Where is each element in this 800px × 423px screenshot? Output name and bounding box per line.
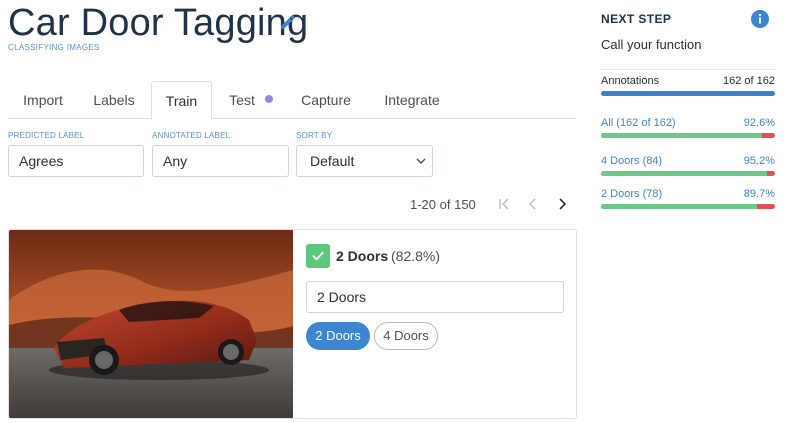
- prediction-confidence: (82.8%): [391, 248, 441, 264]
- stat-4-doors-bar: [601, 171, 775, 176]
- predicted-label-field[interactable]: Agrees: [8, 145, 144, 177]
- tab-train[interactable]: Train: [151, 81, 212, 120]
- tab-test[interactable]: Test: [214, 81, 288, 119]
- label-option-4-doors[interactable]: 4 Doors: [374, 322, 438, 350]
- divider: [601, 69, 775, 70]
- annotated-label-caption: ANNOTATED LABEL: [152, 131, 231, 140]
- page-title: Car Door Tagging: [8, 2, 309, 44]
- notification-dot-icon: [264, 95, 273, 104]
- label-option-2-doors[interactable]: 2 Doors: [306, 322, 370, 350]
- predicted-class-label: 2 Doors: [336, 248, 389, 264]
- stat-annotations-label: Annotations: [601, 75, 660, 87]
- tab-test-label: Test: [229, 92, 255, 108]
- stat-all-label[interactable]: All (162 of 162): [601, 117, 676, 129]
- stat-4-doors-value: 95.2%: [743, 155, 775, 167]
- next-page-icon[interactable]: [554, 196, 570, 212]
- stat-annotations-bar-fill: [601, 91, 775, 96]
- chevron-down-icon: [416, 158, 426, 164]
- next-step-heading: NEXT STEP: [601, 12, 672, 26]
- stat-all-bar-fill: [601, 133, 763, 138]
- sort-by-value: Default: [310, 153, 355, 169]
- tab-bar: Import Labels Train Test Capture Integra…: [8, 81, 576, 120]
- check-icon: [312, 251, 324, 261]
- tab-labels[interactable]: Labels: [80, 81, 148, 119]
- first-page-icon[interactable]: [496, 196, 512, 212]
- stat-4-doors-bar-fill: [601, 171, 767, 176]
- sort-by-select[interactable]: Default: [296, 145, 433, 177]
- predicted-label-caption: PREDICTED LABEL: [8, 131, 85, 140]
- prediction-correct-badge: [306, 244, 330, 268]
- image-card: 2 Doors (82.8%) 2 Doors 2 Doors 4 Doors: [8, 229, 577, 419]
- info-icon[interactable]: [751, 10, 769, 28]
- sort-by-caption: SORT BY: [296, 131, 333, 140]
- stat-annotations-value: 162 of 162: [723, 75, 775, 87]
- stat-2-doors-value: 89.7%: [743, 188, 775, 200]
- stat-all-value: 92.6%: [743, 117, 775, 129]
- annotated-label-field[interactable]: Any: [152, 145, 289, 177]
- pencil-icon[interactable]: [279, 13, 297, 31]
- stat-annotations-bar: [601, 91, 775, 96]
- stat-2-doors-label[interactable]: 2 Doors (78): [601, 188, 662, 200]
- next-step-description: Call your function: [601, 37, 702, 52]
- previous-page-icon[interactable]: [525, 196, 541, 212]
- tab-import[interactable]: Import: [8, 81, 78, 119]
- tab-integrate[interactable]: Integrate: [366, 81, 458, 119]
- car-photo: [9, 230, 293, 418]
- tab-capture[interactable]: Capture: [290, 81, 362, 119]
- stat-all-bar: [601, 133, 775, 138]
- pagination-range: 1-20 of 150: [410, 197, 476, 212]
- stat-4-doors-label[interactable]: 4 Doors (84): [601, 155, 662, 167]
- stat-2-doors-bar-fill: [601, 204, 758, 209]
- page-subtitle: CLASSIFYING IMAGES: [8, 43, 100, 52]
- stat-2-doors-bar: [601, 204, 775, 209]
- annotation-input[interactable]: 2 Doors: [306, 281, 564, 313]
